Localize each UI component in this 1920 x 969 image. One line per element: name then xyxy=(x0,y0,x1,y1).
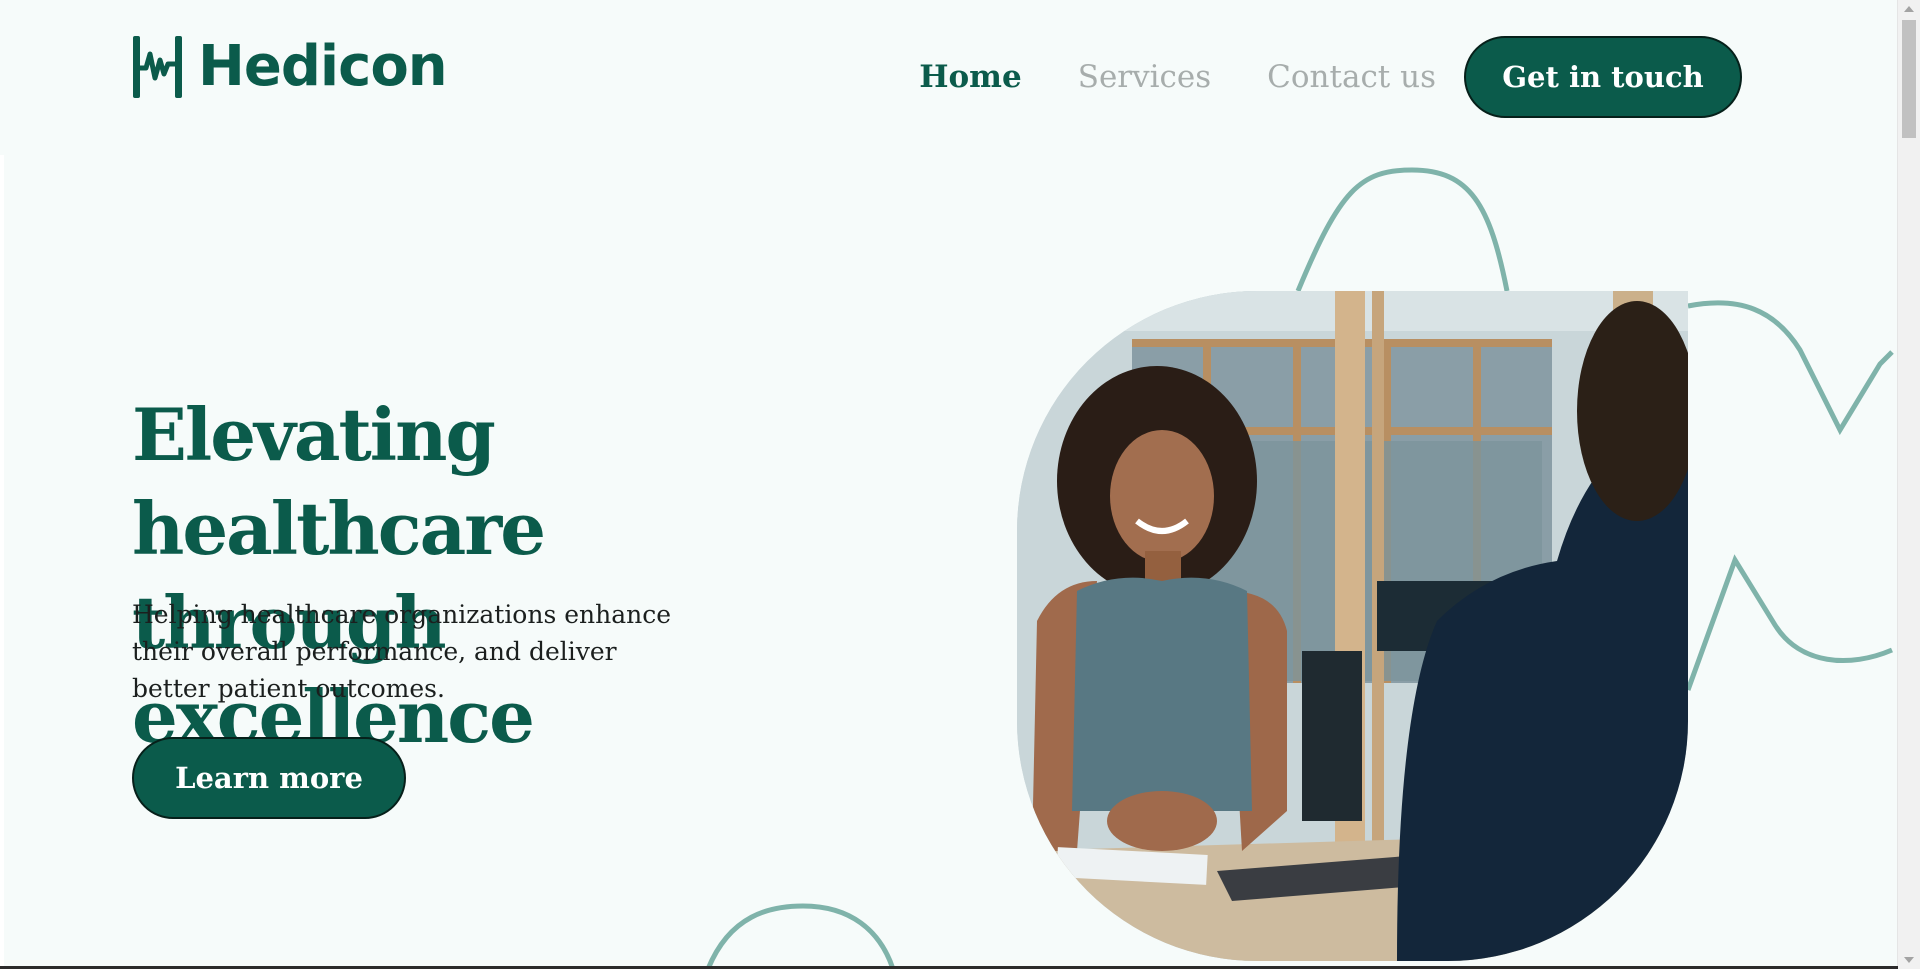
page: Hedicon Home Services Contact us Get in … xyxy=(0,0,1920,969)
scroll-thumb[interactable] xyxy=(1902,20,1916,138)
hero-image xyxy=(1017,291,1688,961)
nav-link-contact[interactable]: Contact us xyxy=(1267,59,1436,95)
scroll-down-icon[interactable] xyxy=(1904,957,1914,963)
section-left-edge xyxy=(0,155,4,969)
nav-link-home[interactable]: Home xyxy=(919,59,1022,95)
page-scrollbar[interactable] xyxy=(1897,0,1920,969)
nav-link-services[interactable]: Services xyxy=(1078,59,1211,95)
brand-name: Hedicon xyxy=(198,34,448,99)
main-nav: Home Services Contact us Get in touch xyxy=(919,36,1742,118)
hero-subtitle: Helping healthcare organizations enhance… xyxy=(132,600,672,703)
get-in-touch-button[interactable]: Get in touch xyxy=(1464,36,1742,118)
learn-more-button[interactable]: Learn more xyxy=(132,737,406,819)
brand-logo[interactable]: Hedicon xyxy=(132,34,448,100)
site-header: Hedicon Home Services Contact us Get in … xyxy=(0,0,1898,155)
scroll-up-icon[interactable] xyxy=(1904,6,1914,12)
heartbeat-h-logo-icon xyxy=(133,36,182,98)
office-meeting-illustration xyxy=(1017,291,1688,961)
hero-title: Elevating healthcare through excellence xyxy=(132,392,546,759)
